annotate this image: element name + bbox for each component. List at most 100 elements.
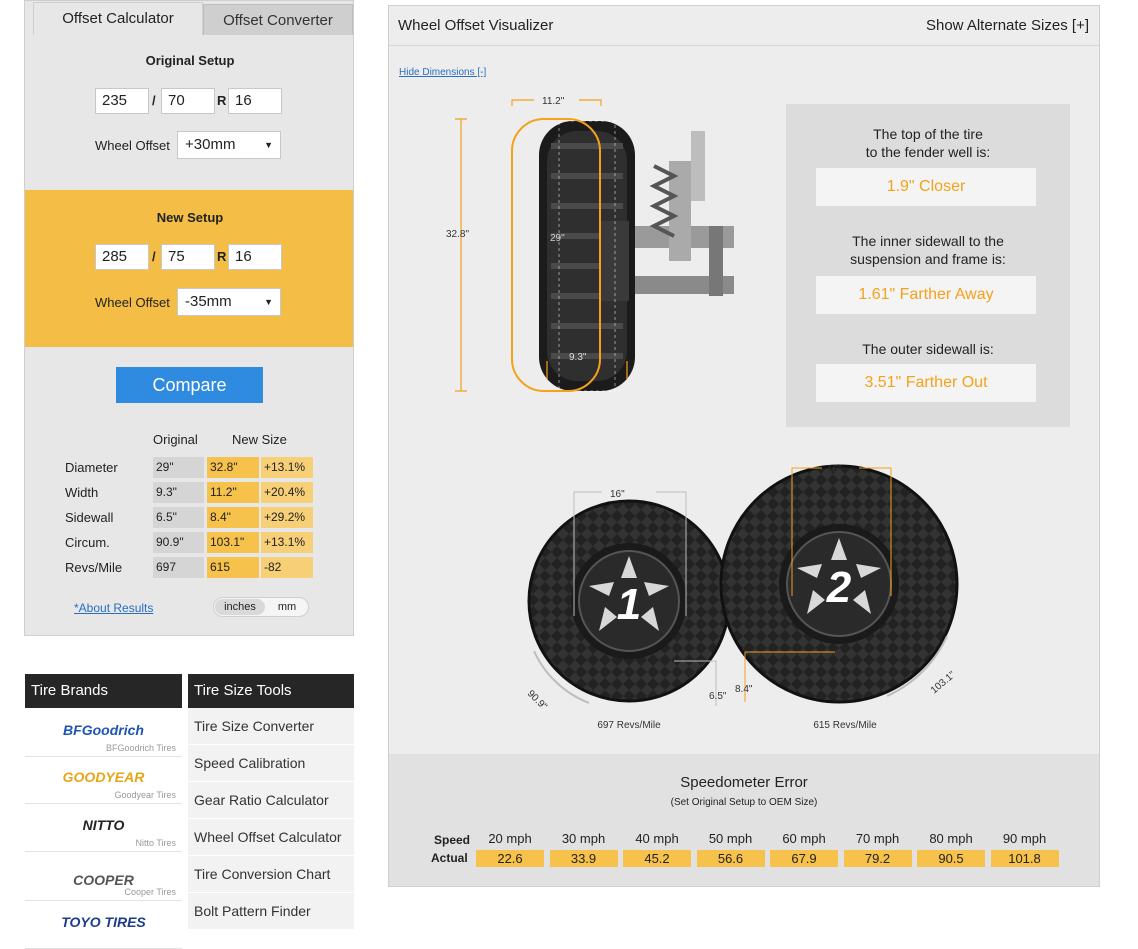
wheel-2-rim-size: 16" [827,464,842,475]
chevron-down-icon: ▼ [264,297,273,307]
offset-info-box: The top of the tire to the fender well i… [786,104,1070,427]
speed-value: 30 mph [561,831,606,846]
original-offset-value: +30mm [185,136,236,153]
wheel-2: 2 103.1" [719,464,959,704]
brand-item[interactable]: GOODYEAR Goodyear Tires [25,755,182,804]
results-row-label: Circum. [65,535,110,550]
visualizer-header: Wheel Offset Visualizer Show Alternate S… [389,6,1099,46]
original-rim-input[interactable]: 16 [228,88,282,114]
suspension-illustration [624,131,734,296]
brand-logo: TOYO TIRES [61,914,146,930]
tool-link[interactable]: Speed Calibration [188,745,354,782]
info-suspension-value: 1.61" Farther Away [816,276,1036,314]
original-diameter-dimension: 29" [550,233,565,244]
results-row-label: Width [65,485,99,500]
results-header-original: Original [153,432,198,447]
r-separator: R [217,249,227,264]
results-new-value: 615 [207,557,259,578]
about-results-link[interactable]: *About Results [74,601,153,615]
actual-speed-value: 22.6 [476,850,544,867]
results-original-value: 6.5" [153,507,204,528]
tool-link[interactable]: Bolt Pattern Finder [188,893,354,930]
brand-caption: Cooper Tires [124,887,176,897]
tab-offset-calculator[interactable]: Offset Calculator [33,2,203,35]
r-separator: R [217,93,227,108]
wheel-1-circumference: 90.9" [525,688,549,712]
speedometer-error-title: Speedometer Error [680,774,808,791]
actual-speed-value: 56.6 [696,850,765,867]
brand-caption: Nitto Tires [135,838,176,848]
show-alternate-sizes-link[interactable]: Show Alternate Sizes [+] [926,17,1089,34]
new-offset-select[interactable]: -35mm ▼ [177,288,281,316]
info-suspension-text1: The inner sidewall to the [852,233,1004,249]
speed-value: 50 mph [708,831,753,846]
units-toggle[interactable]: inches mm [213,597,309,617]
results-original-value: 697 [153,557,204,578]
info-fender-text1: The top of the tire [873,126,983,142]
unit-inches-option[interactable]: inches [215,599,265,615]
speed-value: 90 mph [1002,831,1047,846]
speed-value: 60 mph [782,831,826,846]
new-diameter-dimension: 32.8" [446,229,469,240]
results-new-value: 103.1" [207,532,259,553]
chevron-down-icon: ▼ [264,140,273,150]
brand-logo: COOPER [73,872,134,888]
new-setup-section: New Setup 285 / 75 R 16 Wheel Offset -35… [25,190,353,347]
results-row-label: Revs/Mile [65,560,123,575]
tool-link[interactable]: Wheel Offset Calculator [188,819,354,856]
results-difference-value: +20.4% [261,482,313,503]
brand-item[interactable]: NITTO Nitto Tires [25,803,182,852]
wheel-1-number: 1 [617,580,641,629]
new-width-input[interactable]: 285 [95,244,149,270]
brand-logo: GOODYEAR [62,769,145,785]
actual-speed-value: 90.5 [917,850,985,867]
wheel-1-rim-size: 16" [610,489,625,500]
brand-logo: BFGoodrich [63,722,144,738]
wheel-2-circumference: 103.1" [929,669,958,696]
actual-row-label: Actual [431,851,468,865]
brand-caption: Goodyear Tires [114,790,176,800]
brand-caption: BFGoodrich Tires [105,743,176,753]
results-difference-value: +29.2% [261,507,313,528]
tire-profile [511,118,635,392]
wheel-2-number: 2 [826,563,852,612]
wheel-1: 1 90.9" [525,499,731,713]
wheel-2-revs: 615 Revs/Mile [813,720,877,731]
brand-item[interactable]: TOYO TIRES [25,900,182,949]
wheel-1-revs: 697 Revs/Mile [597,720,661,731]
wheel-offset-visualizer: Wheel Offset Visualizer Show Alternate S… [388,5,1100,887]
results-header-new: New Size [232,432,287,447]
new-setup-title: New Setup [156,210,224,225]
results-original-value: 9.3" [153,482,204,503]
results-difference-value: +13.1% [261,457,313,478]
tire-side-view: 11.2" 32.8" 29" 9.3" [446,96,734,392]
tool-link[interactable]: Tire Conversion Chart [188,856,354,893]
actual-speed-value: 101.8 [990,850,1059,867]
original-width-input[interactable]: 235 [95,88,149,114]
original-offset-label: Wheel Offset [95,138,170,153]
slash-separator: / [152,249,156,264]
results-row-label: Sidewall [65,510,114,525]
calculator-tabs: Offset Calculator Offset Converter [25,1,355,35]
hide-dimensions-link[interactable]: Hide Dimensions [-] [399,67,486,78]
original-aspect-input[interactable]: 70 [161,88,215,114]
new-offset-value: -35mm [185,293,232,310]
original-width-dimension: 9.3" [569,352,587,363]
unit-mm-option[interactable]: mm [270,599,304,615]
brand-item[interactable]: BFGoodrich BFGoodrich Tires [25,708,182,757]
tool-link[interactable]: Gear Ratio Calculator [188,782,354,819]
info-sidewall-value: 3.51" Farther Out [816,364,1036,402]
brand-item[interactable]: COOPER Cooper Tires [25,852,182,901]
tool-link[interactable]: Tire Size Converter [188,708,354,745]
original-offset-select[interactable]: +30mm ▼ [177,131,281,159]
compare-button[interactable]: Compare [116,367,263,403]
results-row-label: Diameter [65,460,118,475]
tire-size-tools-header: Tire Size Tools [188,674,354,708]
wheel-1-sidewall: 6.5" [709,691,727,702]
tab-offset-converter[interactable]: Offset Converter [203,4,353,35]
speed-value: 20 mph [488,831,532,846]
speed-row-label: Speed [434,833,471,847]
new-rim-input[interactable]: 16 [228,244,282,270]
new-aspect-input[interactable]: 75 [161,244,215,270]
wheel-front-view: 1 90.9" 2 103.1" 16" 16" 6.5" 8.4" 697 R… [525,464,959,731]
